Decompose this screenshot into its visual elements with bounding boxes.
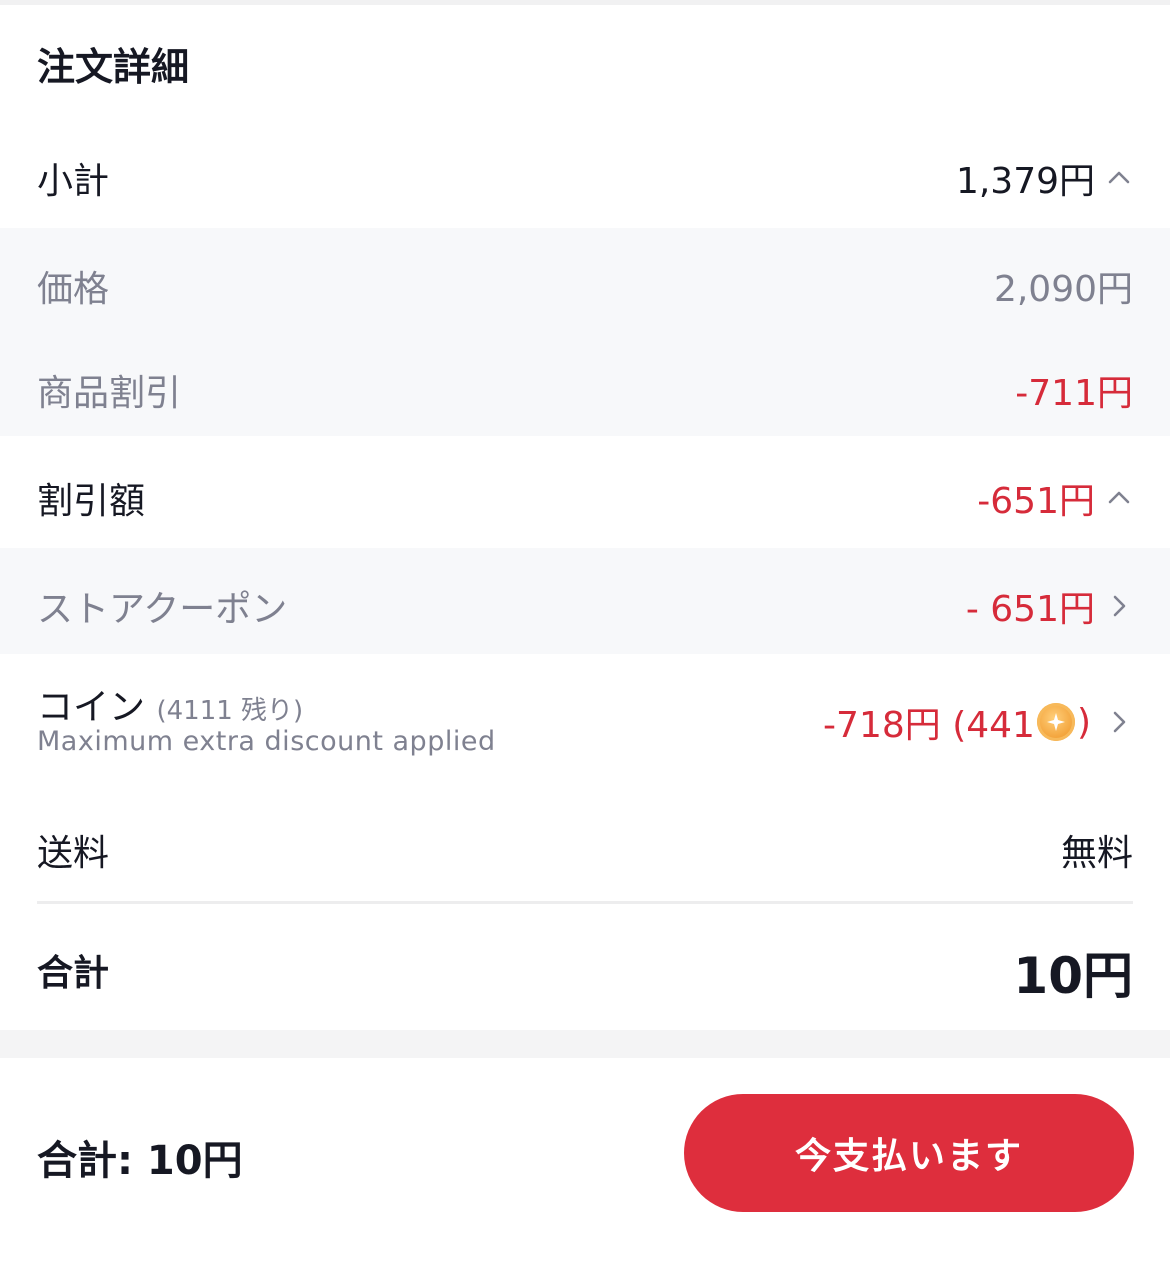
coin-value-wrap: -718円 (441 ) — [823, 696, 1133, 748]
coin-note: Maximum extra discount applied — [37, 726, 496, 757]
product-discount-value: -711円 — [1015, 373, 1133, 414]
coin-value-prefix: -718円 (441 — [823, 705, 1035, 746]
footer-total: 合計: 10円 — [37, 1138, 243, 1184]
coin-label: コイン — [37, 687, 146, 728]
store-coupon-label: ストアクーポン — [37, 589, 288, 630]
total-row: 合計 10円 — [0, 906, 1170, 1030]
total-value: 10円 — [1013, 947, 1133, 1005]
coin-row[interactable]: コイン (4111 残り) Maximum extra discount app… — [0, 654, 1170, 782]
subtotal-row[interactable]: 小計 1,379円 — [0, 120, 1170, 228]
coin-label-wrap: コイン (4111 残り) — [37, 678, 303, 730]
shipping-label: 送料 — [37, 833, 110, 874]
chevron-up-icon[interactable] — [1105, 484, 1133, 512]
pay-now-button[interactable]: 今支払います — [684, 1094, 1134, 1212]
coin-icon — [1036, 703, 1075, 741]
section-title: 注文詳細 — [37, 45, 190, 89]
price-label: 価格 — [37, 269, 110, 310]
total-label: 合計 — [37, 953, 110, 994]
store-coupon-value: - 651円 — [965, 589, 1095, 630]
subtotal-value: 1,379円 — [955, 161, 1095, 202]
subtotal-value-wrap: 1,379円 — [956, 152, 1133, 204]
chevron-up-icon[interactable] — [1105, 164, 1133, 192]
top-divider — [0, 0, 1170, 5]
price-value: 2,090円 — [993, 269, 1133, 310]
subtotal-label: 小計 — [37, 161, 110, 202]
discount-label: 割引額 — [37, 481, 146, 522]
chevron-right-icon[interactable] — [1105, 592, 1133, 620]
store-coupon-value-wrap: - 651円 — [966, 580, 1133, 632]
discount-value-wrap: -651円 — [977, 472, 1133, 524]
chevron-right-icon[interactable] — [1105, 708, 1133, 736]
subtotal-breakdown: 価格 2,090円 商品割引 -711円 — [0, 228, 1170, 436]
store-coupon-row[interactable]: ストアクーポン - 651円 — [0, 548, 1170, 654]
discount-value: -651円 — [977, 481, 1095, 522]
coin-remaining: (4111 残り) — [156, 696, 304, 726]
total-divider — [37, 901, 1133, 904]
product-discount-label: 商品割引 — [37, 373, 182, 414]
footer-separator — [0, 1030, 1170, 1058]
shipping-row: 送料 無料 — [0, 792, 1170, 900]
shipping-value: 無料 — [1060, 833, 1133, 874]
discount-row[interactable]: 割引額 -651円 — [0, 436, 1170, 548]
coin-value-suffix: ) — [1076, 701, 1091, 743]
